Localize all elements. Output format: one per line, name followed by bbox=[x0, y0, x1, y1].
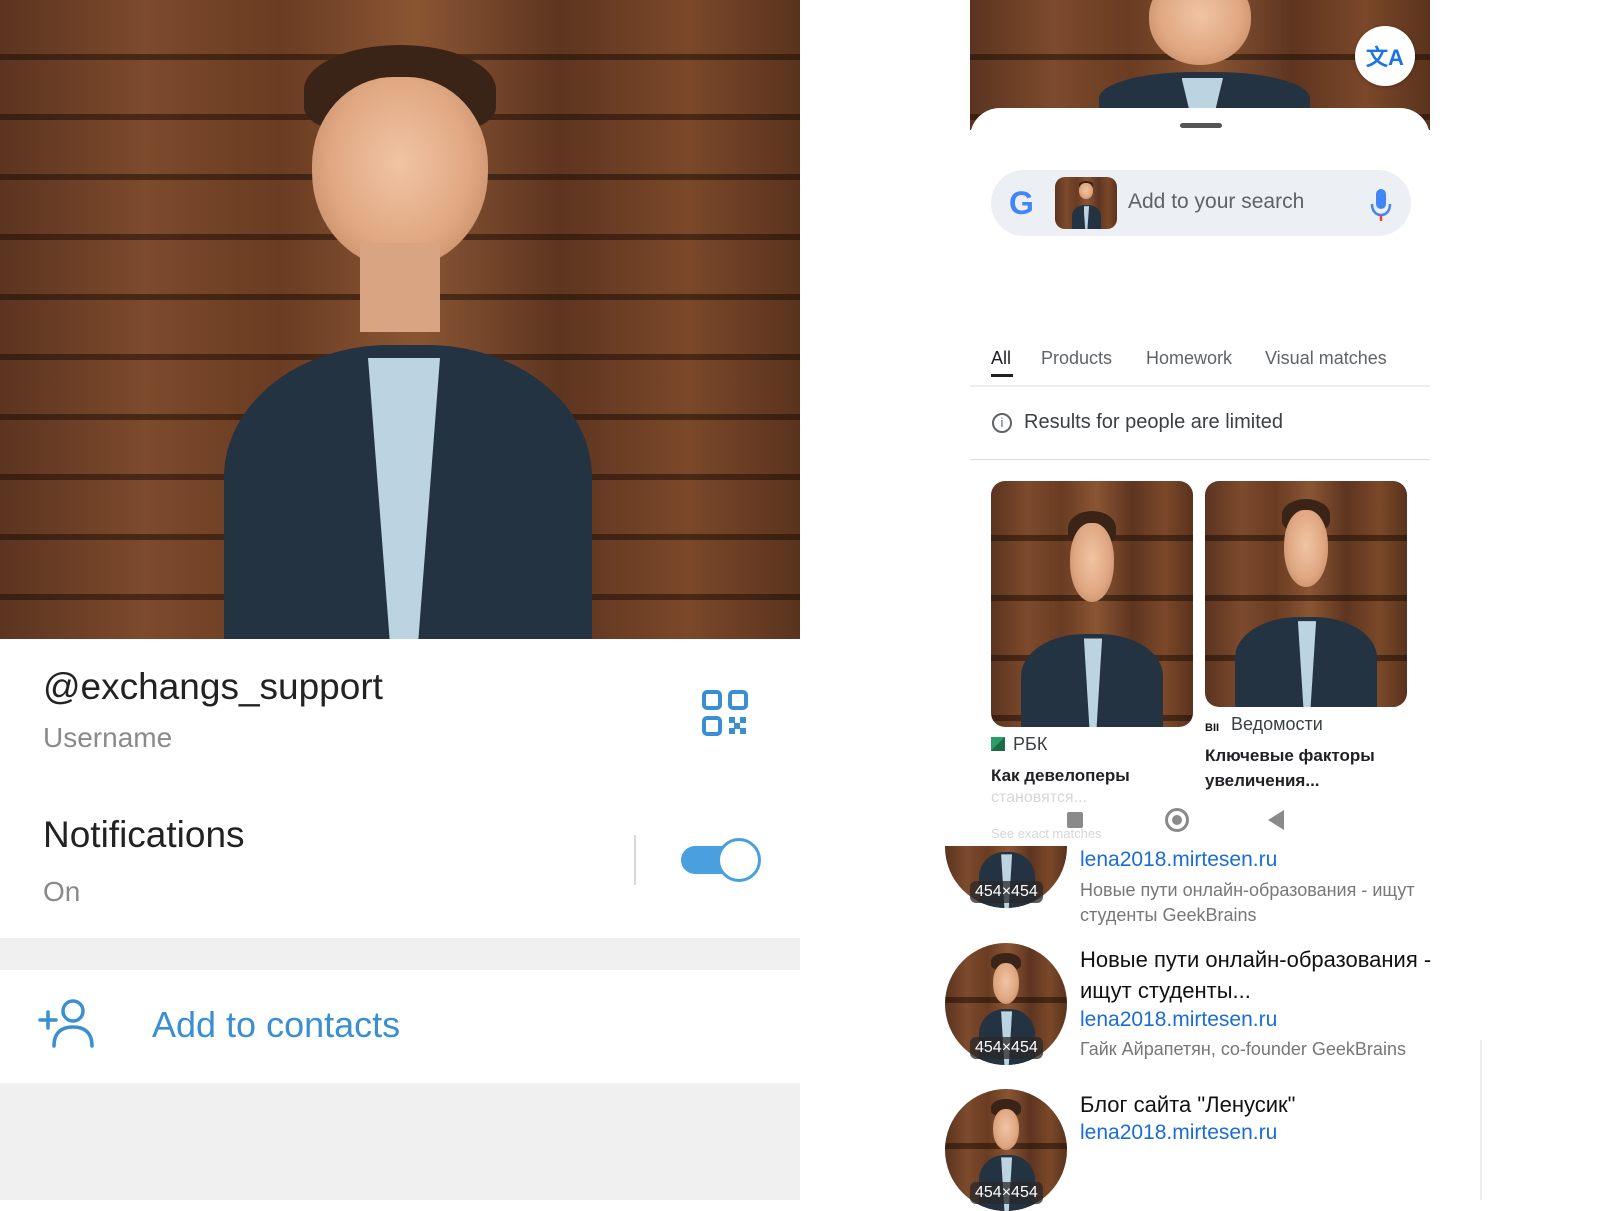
rbc-logo-icon bbox=[991, 737, 1005, 751]
profile-photo[interactable] bbox=[0, 0, 800, 639]
notifications-label[interactable]: Notifications bbox=[43, 814, 245, 856]
recent-apps-icon[interactable] bbox=[1067, 812, 1083, 828]
notifications-toggle[interactable] bbox=[681, 838, 761, 882]
info-icon: i bbox=[992, 413, 1012, 433]
divider bbox=[970, 459, 1430, 460]
divider bbox=[634, 835, 636, 885]
visual-match-card-image[interactable] bbox=[1205, 481, 1407, 707]
qr-code-icon[interactable] bbox=[702, 690, 748, 736]
add-to-contacts-label[interactable]: Add to contacts bbox=[152, 1004, 400, 1046]
google-logo-icon: G bbox=[1009, 185, 1034, 221]
telegram-profile-panel: @exchangs_support Username Notifications… bbox=[0, 0, 800, 1200]
drag-handle[interactable] bbox=[1180, 123, 1222, 128]
result-url[interactable]: lena2018.mirtesen.ru bbox=[1080, 1121, 1277, 1145]
section-separator bbox=[0, 938, 800, 970]
active-tab-indicator bbox=[991, 374, 1013, 377]
background-area bbox=[0, 1083, 800, 1200]
add-user-icon bbox=[38, 999, 94, 1048]
divider bbox=[970, 385, 1430, 387]
notifications-state: On bbox=[43, 876, 81, 907]
result-description: Гайк Айрапетян, co-founder GeekBrains bbox=[1080, 1039, 1406, 1059]
tab-all[interactable]: All bbox=[991, 348, 1011, 369]
image-size-badge: 454×454 bbox=[970, 1182, 1043, 1204]
card-source: ВII Ведомости bbox=[1205, 714, 1323, 734]
home-icon[interactable] bbox=[1165, 808, 1189, 832]
results-limited-notice: Results for people are limited bbox=[1024, 411, 1284, 433]
scrollbar[interactable] bbox=[1480, 1040, 1482, 1200]
tab-visual-matches[interactable]: Visual matches bbox=[1265, 348, 1387, 369]
image-size-badge: 454×454 bbox=[970, 881, 1043, 903]
card-source: РБК bbox=[991, 734, 1047, 755]
search-input[interactable]: Add to your search bbox=[1128, 190, 1304, 214]
tab-homework[interactable]: Homework bbox=[1146, 348, 1232, 369]
result-url[interactable]: lena2018.mirtesen.ru bbox=[1080, 848, 1277, 872]
result-title[interactable]: Новые пути онлайн-образования - ищут сту… bbox=[1080, 944, 1460, 1006]
card-title[interactable]: Ключевые факторы увеличения... bbox=[1205, 743, 1405, 793]
android-navigation-bar bbox=[970, 805, 1430, 839]
back-icon[interactable] bbox=[1268, 810, 1284, 830]
result-description: Новые пути онлайн-образования - ищут сту… bbox=[1080, 880, 1415, 925]
tab-products[interactable]: Products bbox=[1041, 348, 1112, 369]
visual-match-card-image[interactable] bbox=[991, 481, 1193, 727]
result-title[interactable]: Блог сайта "Ленусик" bbox=[1080, 1089, 1460, 1120]
microphone-icon[interactable] bbox=[1370, 188, 1392, 222]
username-caption: Username bbox=[43, 722, 173, 753]
username-value[interactable]: @exchangs_support bbox=[43, 666, 383, 708]
vedomosti-logo-icon: ВII bbox=[1205, 722, 1220, 734]
card-title[interactable]: Как девелоперы bbox=[991, 763, 1191, 788]
result-url[interactable]: lena2018.mirtesen.ru bbox=[1080, 1008, 1277, 1032]
search-thumbnail[interactable] bbox=[1055, 177, 1117, 229]
image-search-panel: 文A G Add to your search All Products Hom… bbox=[800, 0, 1600, 1211]
image-size-badge: 454×454 bbox=[970, 1037, 1043, 1059]
translate-icon[interactable]: 文A bbox=[1355, 26, 1415, 86]
